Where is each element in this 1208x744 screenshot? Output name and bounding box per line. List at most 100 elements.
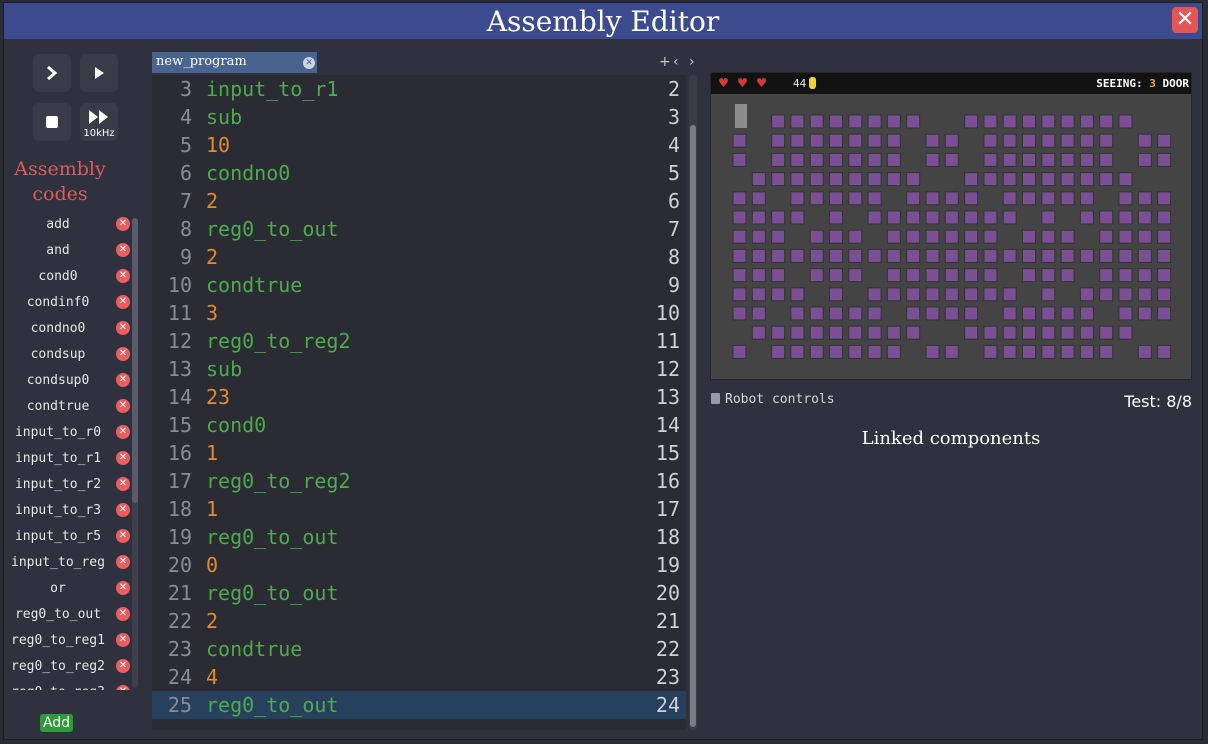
list-item[interactable]: condno0 ✕: [6, 316, 132, 342]
remove-icon[interactable]: ✕: [116, 581, 130, 595]
code-text: condtrue: [206, 637, 303, 661]
code-text: sub: [206, 105, 243, 129]
list-item[interactable]: and ✕: [6, 238, 132, 264]
code-line[interactable]: 25 reg0_to_out 24: [152, 691, 686, 719]
list-item[interactable]: reg0_to_reg3 ✕: [6, 680, 132, 690]
remove-icon[interactable]: ✕: [116, 555, 130, 569]
remove-icon[interactable]: ✕: [116, 373, 130, 387]
add-button[interactable]: Add: [40, 714, 73, 732]
play-button[interactable]: [80, 54, 118, 92]
code-line[interactable]: 8 reg0_to_out 7: [152, 215, 686, 243]
remove-icon[interactable]: ✕: [116, 425, 130, 439]
code-name: condsup: [30, 347, 86, 362]
remove-icon[interactable]: ✕: [116, 347, 130, 361]
list-item[interactable]: cond0 ✕: [6, 264, 132, 290]
list-item[interactable]: condsup ✕: [6, 342, 132, 368]
code-line[interactable]: 21 reg0_to_out 20: [152, 579, 686, 607]
code-line[interactable]: 12 reg0_to_reg2 11: [152, 327, 686, 355]
address-number: 12: [655, 357, 680, 381]
remove-icon[interactable]: ✕: [116, 529, 130, 543]
code-line[interactable]: 19 reg0_to_out 18: [152, 523, 686, 551]
code-line[interactable]: 5 10 4: [152, 131, 686, 159]
remove-icon[interactable]: ✕: [116, 503, 130, 517]
code-line[interactable]: 24 4 23: [152, 663, 686, 691]
line-number: 13: [167, 357, 192, 381]
code-line[interactable]: 14 23 13: [152, 383, 686, 411]
line-number: 9: [179, 245, 192, 269]
remove-icon[interactable]: ✕: [116, 399, 130, 413]
step-button[interactable]: [33, 54, 71, 92]
address-number: 14: [655, 413, 680, 437]
list-item[interactable]: reg0_to_reg1 ✕: [6, 628, 132, 654]
title-bar[interactable]: Assembly Editor ✕: [4, 3, 1202, 39]
code-line[interactable]: 20 0 19: [152, 551, 686, 579]
list-item[interactable]: reg0_to_reg2 ✕: [6, 654, 132, 680]
heart-icon: ♥: [719, 74, 729, 92]
remove-icon[interactable]: ✕: [116, 217, 130, 231]
code-line[interactable]: 17 reg0_to_reg2 16: [152, 467, 686, 495]
list-item[interactable]: condtrue ✕: [6, 394, 132, 420]
list-item[interactable]: reg0_to_out ✕: [6, 602, 132, 628]
code-text: reg0_to_out: [206, 581, 339, 605]
code-text: reg0_to_reg2: [206, 469, 351, 493]
list-item[interactable]: input_to_r5 ✕: [6, 524, 132, 550]
list-item[interactable]: add ✕: [6, 212, 132, 238]
remove-icon[interactable]: ✕: [116, 659, 130, 673]
tab-next-icon[interactable]: ›: [689, 54, 695, 70]
new-tab-button[interactable]: +: [659, 54, 671, 70]
line-number: 23: [167, 637, 192, 661]
list-item[interactable]: input_to_r1 ✕: [6, 446, 132, 472]
codes-scrollbar[interactable]: [132, 218, 138, 688]
code-line[interactable]: 13 sub 12: [152, 355, 686, 383]
code-line[interactable]: 15 cond0 14: [152, 411, 686, 439]
code-editor[interactable]: 3 input_to_r1 2 4 sub 3 5 10 4 6 condno0 5 7 2 6 8 reg0_…: [152, 75, 686, 730]
code-line[interactable]: 4 sub 3: [152, 103, 686, 131]
remove-icon[interactable]: ✕: [116, 685, 130, 690]
list-item[interactable]: condinf0 ✕: [6, 290, 132, 316]
code-line[interactable]: 16 1 15: [152, 439, 686, 467]
tab-close-icon[interactable]: ✕: [303, 57, 315, 69]
code-text: sub: [206, 357, 243, 381]
remove-icon[interactable]: ✕: [116, 295, 130, 309]
code-text: cond0: [206, 413, 267, 437]
code-text: 1: [206, 497, 219, 521]
code-line[interactable]: 92 8: [152, 243, 686, 271]
chevron-right-icon: [47, 65, 58, 81]
list-item[interactable]: or ✕: [6, 576, 132, 602]
address-number: 7: [667, 217, 680, 241]
address-number: 15: [655, 441, 680, 465]
list-item[interactable]: input_to_r2 ✕: [6, 472, 132, 498]
robot-controls-toggle[interactable]: Robot controls: [711, 392, 835, 407]
tab-prev-icon[interactable]: ‹: [673, 54, 679, 70]
code-line[interactable]: 6 condno0 5: [152, 159, 686, 187]
address-number: 19: [655, 553, 680, 577]
address-number: 5: [667, 161, 680, 185]
remove-icon[interactable]: ✕: [116, 633, 130, 647]
remove-icon[interactable]: ✕: [116, 607, 130, 621]
code-line[interactable]: 11 3 10: [152, 299, 686, 327]
code-line[interactable]: 3 input_to_r1 2: [152, 75, 686, 103]
assembly-codes-title: Assembly codes: [14, 158, 106, 205]
remove-icon[interactable]: ✕: [116, 477, 130, 491]
tab-new-program[interactable]: new_program ✕: [152, 52, 317, 73]
codes-scrollbar-thumb[interactable]: [132, 218, 138, 503]
code-line[interactable]: 10 condtrue 9: [152, 271, 686, 299]
remove-icon[interactable]: ✕: [116, 243, 130, 257]
code-line[interactable]: 22 2 21: [152, 607, 686, 635]
remove-icon[interactable]: ✕: [116, 451, 130, 465]
remove-icon[interactable]: ✕: [116, 321, 130, 335]
code-line[interactable]: 23 condtrue 22: [152, 635, 686, 663]
stop-button[interactable]: [33, 103, 71, 141]
code-line[interactable]: 72 6: [152, 187, 686, 215]
list-item[interactable]: input_to_reg ✕: [6, 550, 132, 576]
close-button[interactable]: ✕: [1172, 7, 1198, 33]
code-line[interactable]: 18 1 17: [152, 495, 686, 523]
list-item[interactable]: input_to_r0 ✕: [6, 420, 132, 446]
list-item[interactable]: condsup0 ✕: [6, 368, 132, 394]
list-item[interactable]: input_to_r3 ✕: [6, 498, 132, 524]
remove-icon[interactable]: ✕: [116, 269, 130, 283]
editor-scrollbar[interactable]: [689, 75, 697, 730]
code-text: reg0_to_reg2: [206, 329, 351, 353]
fast-forward-button[interactable]: 10kHz: [80, 103, 118, 141]
editor-scrollbar-thumb[interactable]: [690, 125, 696, 727]
